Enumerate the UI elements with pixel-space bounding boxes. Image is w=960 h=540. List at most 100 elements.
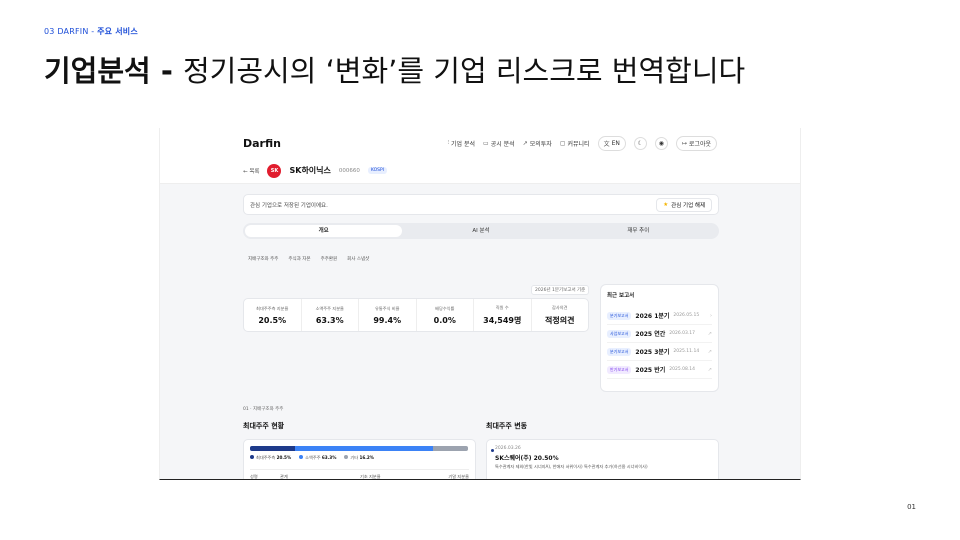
report-period: 2026 1분기 xyxy=(635,313,670,320)
report-row[interactable]: 사업보고서 2025 연간 2026.03.17 ↗ xyxy=(607,325,712,343)
tab-ai-analysis[interactable]: AI 분석 xyxy=(402,225,559,237)
profile-button[interactable]: ◉ xyxy=(654,136,668,150)
chevron-right-icon: › xyxy=(710,312,712,319)
section-eyebrow: 03 DARFIN - 주요 서비스 xyxy=(44,26,138,37)
app-screenshot: Darfin ⫶ 기업 분석 ▭ 공시 분석 ↗ 모의투자 ▢ 커뮤니티 文 EN ☾ ◉… xyxy=(159,128,801,480)
company-logo: SK xyxy=(267,163,282,178)
legend-item: 소액주주 63.3% xyxy=(299,455,336,461)
legend-label: 소액주주 xyxy=(305,455,322,460)
language-toggle[interactable]: 文 EN xyxy=(597,135,626,151)
report-type-badge: 분기보고서 xyxy=(607,347,632,356)
report-period: 2025 3분기 xyxy=(635,349,670,356)
metric-float-ratio: 유통주식 비율 99.4% xyxy=(359,299,417,331)
holder-table-header: 성명 관계 기초 지분율 기말 지분율 xyxy=(250,469,469,479)
headline-strong: 기업분석 - xyxy=(44,54,183,88)
language-label: EN xyxy=(611,139,620,147)
slide: 03 DARFIN - 주요 서비스 기업분석 - 정기공시의 ‘변화’를 기업… xyxy=(0,0,960,540)
notice-text: 관심 기업으로 저장된 기업이에요. xyxy=(250,202,328,209)
metric-label: 배당수익률 xyxy=(435,305,455,311)
back-to-list-link[interactable]: ← 목록 xyxy=(243,167,259,175)
report-row[interactable]: 분기보고서 2026 1분기 2026.05.15 › xyxy=(607,307,712,325)
report-type-badge: 사업보고서 xyxy=(607,329,632,338)
favorite-notice: 관심 기업으로 저장된 기업이에요. ★ 관심 기업 해제 xyxy=(243,194,719,215)
unfavorite-button[interactable]: ★ 관심 기업 해제 xyxy=(656,197,712,212)
report-date: 2025.08.14 xyxy=(669,367,696,372)
metric-value: 0.0% xyxy=(433,315,456,325)
logout-icon: ↦ xyxy=(681,139,687,147)
main-tabs: 개요 AI 분석 재무 추이 xyxy=(243,223,719,239)
holder-change-title: 최대주주 변동 xyxy=(486,422,528,430)
moon-icon: ☾ xyxy=(637,139,644,147)
metric-value: 99.4% xyxy=(373,315,402,325)
logout-button[interactable]: ↦ 로그아웃 xyxy=(675,135,717,151)
largest-holder-title: 최대주주 현황 xyxy=(243,422,285,430)
largest-holder-card: 최대주주측 20.5% 소액주주 63.3% 기타 16.2% 성명 관계 기초 지… xyxy=(243,439,476,479)
eyebrow-prefix: 03 DARFIN - xyxy=(44,27,98,36)
translate-icon: 文 xyxy=(603,140,610,148)
subtab-governance[interactable]: 지배구조와 주주 xyxy=(248,256,278,262)
shareholding-bar xyxy=(250,446,468,451)
key-metrics: 최대주주측 지분율 20.5% 소액주주 지분율 63.3% 유통주식 비율 99.4… xyxy=(243,298,589,332)
column-header[interactable]: 성명 xyxy=(250,474,280,479)
column-header[interactable]: 기말 지분율 xyxy=(430,474,469,479)
nav-label: 모의투자 xyxy=(529,140,552,148)
legend-dot xyxy=(250,455,254,459)
nav-item-mock-investing[interactable]: ↗ 모의투자 xyxy=(523,139,552,148)
metric-employees: 직원 수 34,549명 xyxy=(474,299,532,331)
company-header: ← 목록 SK SK하이닉스 000660 KOSPI xyxy=(160,158,800,184)
metric-minority-stake: 소액주주 지분율 63.3% xyxy=(302,299,359,331)
section-subtabs: 지배구조와 주주 주식과 자본 주주환원 회사 스냅샷 xyxy=(248,256,369,262)
metric-value: 34,549명 xyxy=(483,315,522,325)
share-segment xyxy=(432,446,468,451)
metric-label: 감사의견 xyxy=(552,304,568,310)
headline-rest: 정기공시의 ‘변화’를 기업 리스크로 번역합니다 xyxy=(182,54,746,88)
theme-toggle[interactable]: ☾ xyxy=(633,136,647,150)
legend-item: 기타 16.2% xyxy=(344,455,374,461)
nav-item-disclosure-analysis[interactable]: ▭ 공시 분석 xyxy=(483,139,515,148)
legend-value: 16.2% xyxy=(359,455,374,460)
legend-dot xyxy=(344,455,349,459)
app-logo[interactable]: Darfin xyxy=(243,137,281,150)
subtab-company-snapshot[interactable]: 회사 스냅샷 xyxy=(347,256,369,262)
logout-label: 로그아웃 xyxy=(688,140,711,148)
book-icon: ▭ xyxy=(483,139,489,147)
nav-label: 공시 분석 xyxy=(490,140,515,148)
legend-dot xyxy=(299,455,304,459)
report-date: 2026.05.15 xyxy=(673,313,700,318)
tab-financial-trend[interactable]: 재무 추이 xyxy=(560,225,717,237)
metric-label: 유통주식 비율 xyxy=(375,305,400,311)
unfavorite-label: 관심 기업 해제 xyxy=(671,202,705,209)
legend-label: 최대주주측 xyxy=(256,455,277,460)
shareholding-legend: 최대주주측 20.5% 소액주주 63.3% 기타 16.2% xyxy=(250,455,469,461)
share-segment xyxy=(294,446,433,451)
chat-icon: ▢ xyxy=(559,139,566,147)
company-code: 000660 xyxy=(338,167,360,174)
star-icon: ★ xyxy=(663,201,669,208)
column-header[interactable]: 기초 지분율 xyxy=(360,474,430,479)
column-header[interactable]: 관계 xyxy=(280,474,360,479)
recent-reports-title: 최근 보고서 xyxy=(607,293,635,299)
report-date: 2026.03.17 xyxy=(669,331,696,336)
trend-icon: ↗ xyxy=(522,139,528,147)
report-type-badge: 분기보고서 xyxy=(607,311,632,320)
change-description: 특수관계자 제외(한빛 시너지A), 한애자 서위이사) 특수관계자 추가(하선… xyxy=(495,464,648,469)
timeline-dot xyxy=(491,449,494,452)
report-row[interactable]: 반기보고서 2025 반기 2025.08.14 ↗ xyxy=(607,361,712,379)
company-name: SK하이닉스 xyxy=(289,166,331,175)
report-row[interactable]: 분기보고서 2025 3분기 2025.11.14 ↗ xyxy=(607,343,712,361)
metric-value: 63.3% xyxy=(315,315,344,325)
legend-value: 63.3% xyxy=(321,455,337,460)
recent-reports-panel: 최근 보고서 분기보고서 2026 1분기 2026.05.15 › 사업보고서 202… xyxy=(600,284,719,392)
legend-item: 최대주주측 20.5% xyxy=(250,455,291,461)
tab-overview[interactable]: 개요 xyxy=(245,225,403,237)
change-date: 2026.03.26 xyxy=(495,446,521,451)
slide-headline: 기업분석 - 정기공시의 ‘변화’를 기업 리스크로 번역합니다 xyxy=(44,48,745,90)
subtab-stock-capital[interactable]: 주식과 자본 xyxy=(288,256,310,262)
nav-item-company-analysis[interactable]: ⫶ 기업 분석 xyxy=(448,139,476,148)
subtab-shareholder-return[interactable]: 주주환원 xyxy=(321,256,338,262)
top-nav: Darfin ⫶ 기업 분석 ▭ 공시 분석 ↗ 모의투자 ▢ 커뮤니티 文 EN ☾ ◉… xyxy=(160,128,800,158)
report-period: 2025 연간 xyxy=(635,331,666,338)
report-period: 2025 반기 xyxy=(635,367,666,374)
external-link-icon: ↗ xyxy=(707,348,712,355)
nav-item-community[interactable]: ▢ 커뮤니티 xyxy=(560,139,590,148)
